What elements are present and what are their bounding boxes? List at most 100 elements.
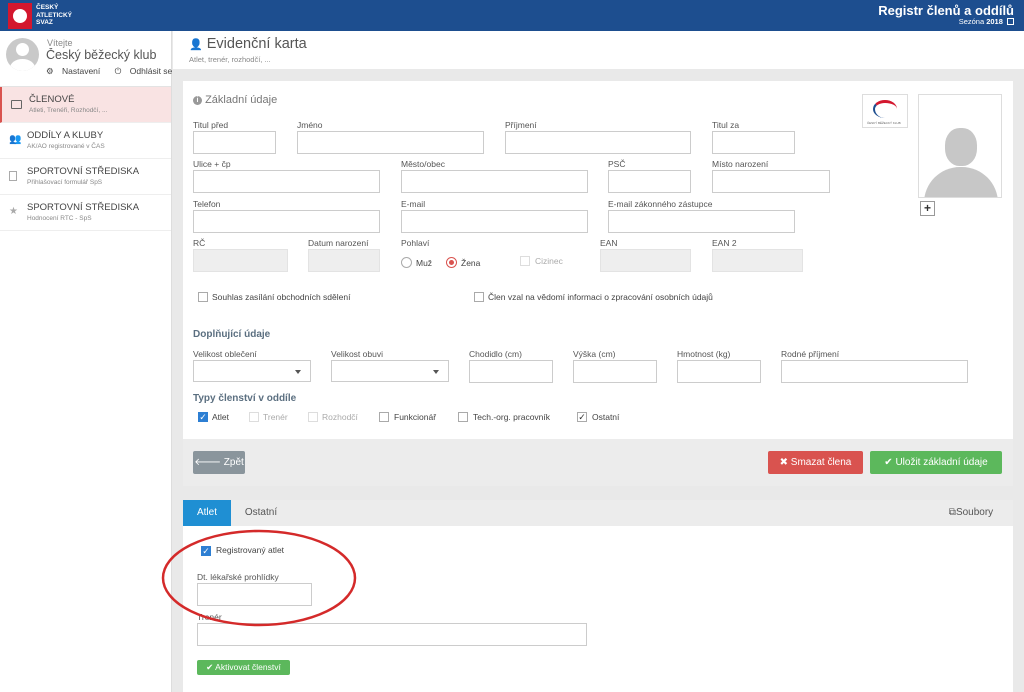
cizinec-label: Cizinec: [535, 256, 563, 266]
ulice-input[interactable]: [193, 170, 380, 193]
sidebar-item-strediska-hodnoceni[interactable]: ★ SPORTOVNÍ STŘEDISKA Hodnocení RTC - Sp…: [0, 195, 171, 231]
ean-input: [600, 249, 691, 272]
tab-ostatni[interactable]: Ostatní: [231, 500, 291, 526]
welcome-text: Vítejte: [47, 38, 73, 48]
save-basic-button[interactable]: ✔ Uložit základní údaje: [870, 451, 1002, 474]
cizinec-checkbox[interactable]: [520, 256, 530, 266]
hmotnost-input[interactable]: [677, 360, 761, 383]
check-icon: ✔: [206, 662, 214, 672]
sidebar-item-subtitle: Hodnocení RTC - SpS: [27, 215, 92, 222]
sidebar-item-strediska-prihlasovaci[interactable]: SPORTOVNÍ STŘEDISKA Přihlašovací formulá…: [0, 159, 171, 195]
calendar-icon: [1007, 18, 1014, 25]
pohlavi-label: Pohlaví: [401, 238, 430, 248]
member-photo[interactable]: [918, 94, 1002, 198]
add-photo-button[interactable]: +: [920, 201, 935, 216]
gender-radio-muz[interactable]: [401, 257, 412, 268]
sidebar-item-title: ODDÍLY A KLUBY: [27, 130, 104, 141]
gender-radio-zena[interactable]: [446, 257, 457, 268]
membership-tech-label: Tech.-org. pracovník: [473, 412, 551, 422]
user-links: ⚙ Nastavení ⏻ Odhlásit se: [46, 66, 184, 77]
files-button[interactable]: ⧉Soubory: [941, 500, 1001, 526]
obuv-select[interactable]: [331, 360, 449, 382]
basic-section-title: i Základní údaje: [193, 94, 277, 106]
app-title: Registr členů a oddílů: [878, 3, 1014, 18]
chodidlo-input[interactable]: [469, 360, 553, 383]
membership-section-title: Typy členství v oddíle: [193, 393, 297, 404]
membership-ostatni-checkbox[interactable]: ✓: [577, 412, 587, 422]
prijmeni-input[interactable]: [505, 131, 691, 154]
page-subtitle: Atlet, trenér, rozhodčí, ...: [189, 55, 271, 64]
settings-label: Nastavení: [62, 66, 101, 76]
tab-atlet[interactable]: Atlet: [183, 500, 231, 531]
users-icon: 👥: [9, 134, 22, 145]
email-input[interactable]: [401, 210, 588, 233]
email-zastupce-input[interactable]: [608, 210, 795, 233]
rodne-prijmeni-input[interactable]: [781, 360, 968, 383]
sidebar-item-title: SPORTOVNÍ STŘEDISKA: [27, 202, 140, 213]
membership-funkcionar-label: Funkcionář: [394, 412, 437, 422]
sidebar-item-title: ČLENOVÉ: [29, 94, 75, 105]
prijmeni-label: Příjmení: [505, 120, 537, 130]
power-icon: ⏻: [114, 66, 122, 76]
rc-input: [193, 249, 288, 272]
basic-info-card: i Základní údaje ČESKÝ BĚŽECKÝ KLUB + Ti…: [183, 81, 1013, 486]
logo-line-2: ATLETICKÝ: [36, 11, 72, 19]
membership-trener-checkbox[interactable]: [249, 412, 259, 422]
psc-input[interactable]: [608, 170, 691, 193]
delete-label: Smazat člena: [790, 457, 852, 468]
card-icon: [11, 100, 22, 109]
logout-label: Odhlásit se: [129, 66, 173, 76]
mesto-label: Město/obec: [401, 159, 445, 169]
telefon-input[interactable]: [193, 210, 380, 233]
gdpr-checkbox[interactable]: [474, 292, 484, 302]
membership-trener-label: Trenér: [263, 412, 288, 422]
membership-tech-checkbox[interactable]: [458, 412, 468, 422]
obleceni-select[interactable]: [193, 360, 311, 382]
membership-funkcionar-checkbox[interactable]: [379, 412, 389, 422]
jmeno-input[interactable]: [297, 131, 484, 154]
jmeno-label: Jméno: [297, 120, 323, 130]
sidebar-item-oddily[interactable]: 👥 ODDÍLY A KLUBY AK/AO registrované v ČA…: [0, 123, 171, 159]
coach-input[interactable]: [197, 623, 587, 646]
membership-rozhodci-label: Rozhodčí: [322, 412, 358, 422]
titul-pred-label: Titul před: [193, 120, 229, 130]
titul-za-input[interactable]: [712, 131, 795, 154]
titul-pred-input[interactable]: [193, 131, 276, 154]
misto-narozeni-label: Místo narození: [712, 159, 769, 169]
rc-label: RČ: [193, 238, 206, 248]
page-title: 👤 Evidenční karta: [189, 36, 307, 52]
settings-link[interactable]: ⚙ Nastavení: [46, 66, 106, 76]
season-selector[interactable]: Sezóna 2018: [959, 17, 1014, 26]
medical-date-input[interactable]: [197, 583, 312, 606]
vyska-input[interactable]: [573, 360, 657, 383]
membership-rozhodci-checkbox[interactable]: [308, 412, 318, 422]
rodne-prijmeni-label: Rodné příjmení: [781, 349, 840, 359]
ean2-input: [712, 249, 803, 272]
membership-atlet-checkbox[interactable]: ✓: [198, 412, 208, 422]
top-bar: ČESKÝ ATLETICKÝ SVAZ Registr členů a odd…: [0, 0, 1024, 31]
registered-athlete-checkbox[interactable]: ✓: [201, 546, 211, 556]
souhlas-checkbox[interactable]: [198, 292, 208, 302]
page-header: 👤 Evidenční karta Atlet, trenér, rozhodč…: [173, 31, 1024, 69]
sidebar-item-clenove[interactable]: ČLENOVÉ Atleti, Trenéři, Rozhodčí, ...: [0, 87, 171, 123]
member-tabs: Atlet Ostatní ⧉Soubory: [183, 500, 1013, 531]
cas-logo[interactable]: ČESKÝ ATLETICKÝ SVAZ: [8, 3, 88, 29]
gender-muz-label: Muž: [416, 258, 433, 268]
logout-link[interactable]: ⏻ Odhlásit se: [115, 66, 179, 76]
coach-label: Trenér: [197, 612, 222, 622]
delete-member-button[interactable]: ✖ Smazat člena: [768, 451, 863, 474]
arrow-left-icon: 🡐: [194, 457, 222, 468]
vyska-label: Výška (cm): [573, 349, 616, 359]
logo-line-3: SVAZ: [36, 19, 53, 26]
sidebar-item-subtitle: AK/AO registrované v ČAS: [27, 143, 105, 150]
copy-icon: ⧉: [948, 507, 956, 518]
email-zastupce-label: E-mail zákonného zástupce: [608, 199, 713, 209]
medical-date-label: Dt. lékařské prohlídky: [197, 572, 279, 582]
document-icon: [9, 171, 17, 181]
back-button[interactable]: 🡐 Zpět: [193, 451, 245, 474]
activate-membership-button[interactable]: ✔ Aktivovat členství: [197, 660, 290, 675]
mesto-input[interactable]: [401, 170, 588, 193]
ean-label: EAN: [600, 238, 618, 248]
misto-narozeni-input[interactable]: [712, 170, 830, 193]
athlete-tab-panel: ✓ Registrovaný atlet Dt. lékařské prohlí…: [183, 526, 1013, 692]
